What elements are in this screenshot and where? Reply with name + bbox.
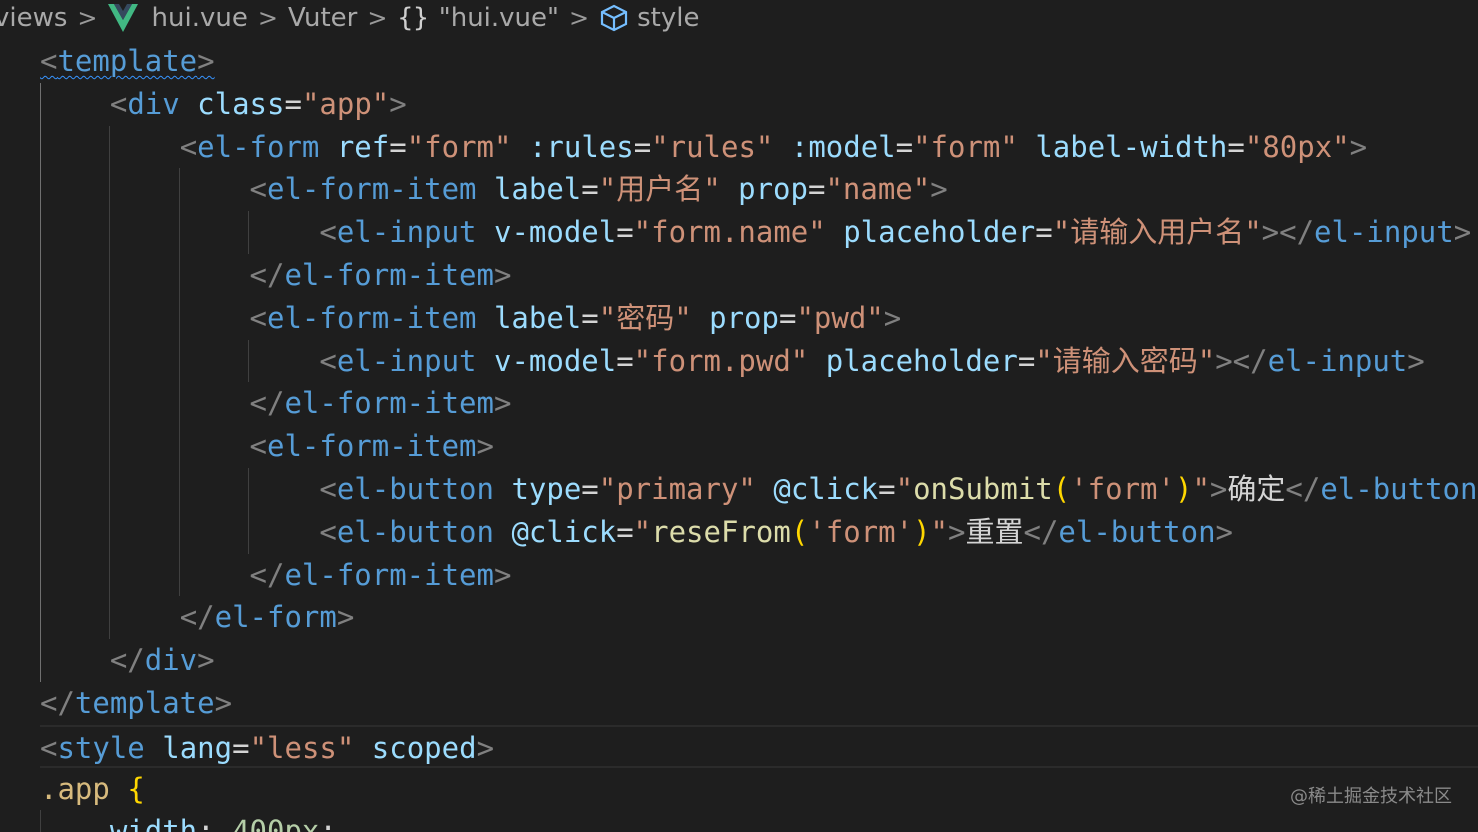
code-line: .app {	[40, 771, 145, 806]
watermark: @稀土掘金技术社区	[1290, 786, 1452, 807]
breadcrumb-separator: >	[367, 4, 388, 32]
code-line: </div>	[40, 639, 1478, 682]
cube-icon	[601, 4, 628, 32]
code-line: </el-form-item>	[40, 253, 1478, 297]
breadcrumb-separator: >	[257, 4, 278, 32]
code-line: <el-input v-model="form.name" placeholde…	[40, 211, 1478, 254]
code-line: <template>	[40, 40, 1478, 83]
code-editor[interactable]: views > hui.vue > Vuter > {} "hui.vue" >…	[0, 0, 1478, 832]
breadcrumb-item-views[interactable]: views	[0, 3, 67, 33]
current-line: <style lang="less" scoped>	[40, 724, 1478, 768]
code-line: <el-form-item label="用户名" prop="name">	[40, 168, 1478, 212]
code-area[interactable]: <template> <div class="app"> <el-form re…	[40, 40, 1478, 832]
braces-icon: {}	[397, 3, 429, 33]
code-line: <el-form-item label="密码" prop="pwd">	[40, 296, 1478, 340]
code-line: <el-button type="primary" @click="onSubm…	[40, 467, 1478, 511]
breadcrumb-separator: >	[77, 4, 98, 32]
code-line: <el-input v-model="form.pwd" placeholder…	[40, 339, 1478, 383]
breadcrumb-item-symbol[interactable]: style	[637, 3, 699, 33]
breadcrumb-item-folder[interactable]: Vuter	[288, 3, 357, 33]
breadcrumb: views > hui.vue > Vuter > {} "hui.vue" >…	[0, 0, 699, 36]
breadcrumb-item-module[interactable]: "hui.vue"	[439, 3, 559, 33]
code-line: <el-button @click="reseFrom('form')">重置<…	[40, 510, 1478, 554]
code-line: <el-form-item>	[40, 425, 1478, 468]
code-line: </el-form-item>	[40, 553, 1478, 597]
code-line: </el-form-item>	[40, 382, 1478, 426]
breadcrumb-separator: >	[569, 4, 590, 32]
code-line: </template>	[40, 685, 233, 720]
code-line: width: 400px;	[40, 810, 1478, 832]
breadcrumb-item-file[interactable]: hui.vue	[152, 3, 248, 33]
vue-logo-icon	[107, 4, 138, 32]
code-line: <div class="app">	[40, 82, 1478, 126]
template-open-tag: <template>	[40, 44, 215, 78]
code-line: <el-form ref="form" :rules="rules" :mode…	[40, 125, 1478, 169]
code-line: </el-form>	[40, 596, 1478, 640]
